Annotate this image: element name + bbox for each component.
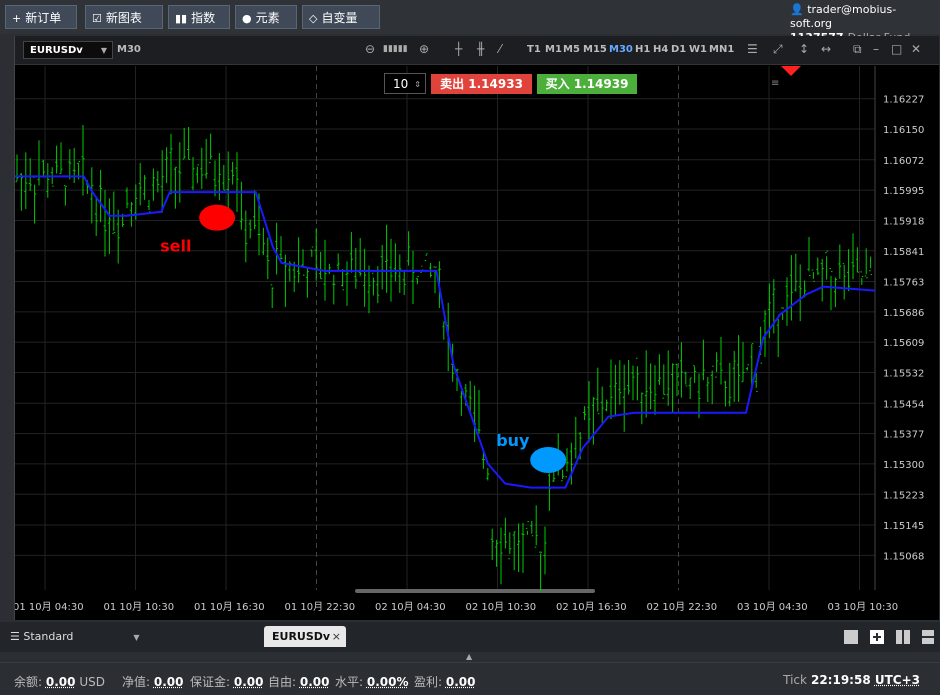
- time-tick-label: 02 10月 04:30: [375, 601, 446, 613]
- plus-icon: +: [12, 7, 21, 31]
- balance: 余额: 0.00 USD: [14, 673, 105, 690]
- diamond-icon: ◇: [309, 7, 317, 31]
- status-bar: 余额: 0.00 USD 净值: 0.00 保证金: 0.00 自由: 0.00…: [0, 662, 940, 695]
- time-tick-label: 03 10月 04:30: [737, 601, 808, 613]
- indicator-line: [15, 176, 875, 487]
- time-tick-label: 02 10月 22:30: [647, 601, 718, 613]
- price-tick-label: 1.15686: [883, 308, 924, 319]
- price-tick-label: 1.15763: [883, 278, 924, 289]
- price-tick-label: 1.15454: [883, 399, 924, 410]
- price-tick-label: 1.15918: [883, 216, 924, 227]
- marker-buy: [530, 447, 566, 473]
- price-tick-label: 1.15841: [883, 247, 924, 258]
- main-toolbar: + 新订单 ☑ 新图表 ▮▮ 指数 ● 元素 ◇ 自变量 👤 trader@mobius-…: [0, 0, 940, 34]
- price-chart[interactable]: 1.16227 1.16150 1.16072 1.15995 1.15918 1.158…: [15, 36, 939, 620]
- margin: 保证金: 0.00: [190, 673, 263, 690]
- price-tick-label: 1.15532: [883, 369, 924, 380]
- user-icon: 👤: [790, 3, 804, 16]
- time-tick-label: 02 10月 16:30: [556, 601, 627, 613]
- equity: 净值: 0.00: [122, 673, 183, 690]
- shapes-icon: ●: [242, 7, 252, 31]
- workspace-selector[interactable]: ☰ Standard ▼: [10, 630, 140, 643]
- chart-window[interactable]: EURUSDv ▼ M30 ⊖ ▮▮▮▮▮ ⊕ ┼ ╫ ⁄ T1 M1 M5 M15 M3…: [14, 36, 939, 620]
- time-tick-label: 01 10月 10:30: [104, 601, 175, 613]
- marker-label-sell: sell: [160, 237, 191, 256]
- new-chart-button[interactable]: ☑ 新图表: [85, 5, 163, 29]
- buy-button[interactable]: 买入 1.14939: [537, 74, 637, 94]
- horizontal-scrollbar: [355, 589, 595, 593]
- price-tick-label: 1.16227: [883, 95, 924, 106]
- stepper-arrows-icon[interactable]: ⇕: [414, 74, 421, 95]
- alert-triangle-icon: [781, 66, 801, 76]
- free-margin: 自由: 0.00: [268, 673, 329, 690]
- time-tick-label: 01 10月 04:30: [15, 601, 84, 613]
- layout-grid-icon[interactable]: [870, 630, 884, 644]
- server-time: Tick 22:19:58 UTC+3: [783, 673, 920, 687]
- price-tick-label: 1.16072: [883, 156, 924, 167]
- layout-vertical-icon[interactable]: [896, 630, 910, 644]
- menu-icon: ☰: [10, 630, 20, 643]
- bar-chart-icon: ▮▮: [175, 7, 187, 31]
- layout-horizontal-icon[interactable]: [922, 630, 934, 644]
- price-tick-label: 1.15995: [883, 186, 924, 197]
- price-tick-label: 1.16150: [883, 125, 924, 136]
- indicators-button[interactable]: ▮▮ 指数: [168, 5, 230, 29]
- marker-label-buy: buy: [496, 431, 530, 450]
- price-tick-label: 1.15609: [883, 338, 924, 349]
- variables-button[interactable]: ◇ 自变量: [302, 5, 380, 29]
- time-tick-label: 01 10月 22:30: [285, 601, 356, 613]
- chart-menu-icon: ≡: [771, 78, 779, 89]
- price-tick-label: 1.15223: [883, 490, 924, 501]
- time-tick-label: 02 10月 10:30: [466, 601, 537, 613]
- panel-toggle-icon[interactable]: ▲: [466, 652, 472, 661]
- close-tab-icon[interactable]: ×: [332, 626, 341, 647]
- chart-tab-eurusdv[interactable]: EURUSDv ×: [264, 626, 346, 647]
- chart-icon: ☑: [92, 7, 102, 31]
- layout-single-icon[interactable]: [844, 630, 858, 644]
- time-tick-label: 03 10月 10:30: [828, 601, 899, 613]
- price-tick-label: 1.15145: [883, 521, 924, 532]
- price-tick-label: 1.15377: [883, 430, 924, 441]
- bottom-tab-bar: ☰ Standard ▼ EURUSDv ×: [0, 622, 940, 652]
- profit: 盈利: 0.00: [414, 673, 475, 690]
- margin-level: 水平: 0.00%: [335, 673, 409, 690]
- time-tick-label: 01 10月 16:30: [194, 601, 265, 613]
- sell-button[interactable]: 卖出 1.14933: [431, 74, 532, 94]
- quantity-stepper[interactable]: 10 ⇕: [384, 73, 426, 94]
- elements-button[interactable]: ● 元素: [235, 5, 297, 29]
- price-tick-label: 1.15068: [883, 551, 924, 562]
- new-order-button[interactable]: + 新订单: [5, 5, 77, 29]
- chevron-down-icon: ▼: [133, 633, 139, 642]
- marker-sell: [199, 205, 235, 231]
- price-tick-label: 1.15300: [883, 460, 924, 471]
